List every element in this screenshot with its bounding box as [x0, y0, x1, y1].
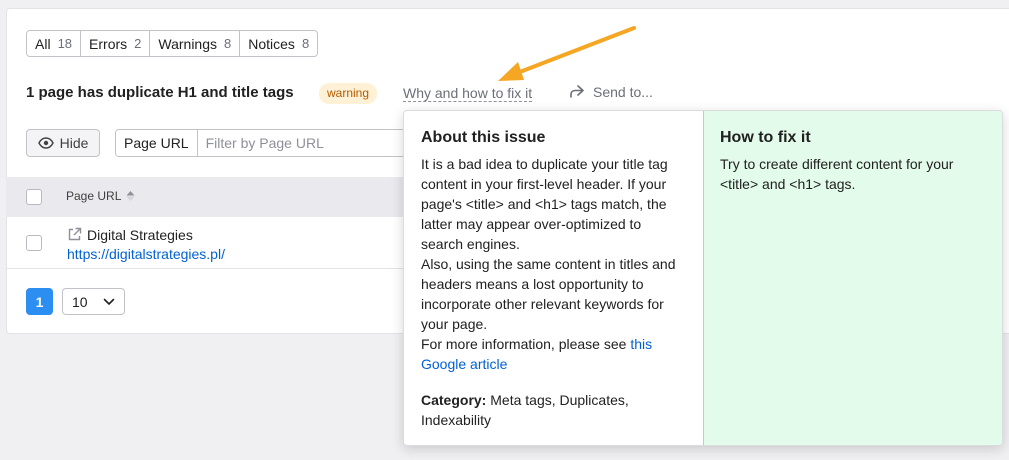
filter-all-button[interactable]: All 18	[27, 31, 82, 56]
pagination-page-1[interactable]: 1	[26, 288, 53, 315]
more-info-prefix: For more information, please see	[421, 336, 631, 352]
hide-button[interactable]: Hide	[26, 129, 100, 157]
row-checkbox[interactable]	[26, 235, 42, 251]
table-header: Page URL	[6, 177, 426, 217]
about-issue-panel: About this issue It is a bad idea to dup…	[404, 111, 703, 445]
filter-count: 8	[224, 36, 232, 51]
filter-label: All	[35, 35, 51, 52]
sort-icon	[126, 191, 135, 201]
how-to-fix-panel: How to fix it Try to create different co…	[703, 111, 1002, 445]
filter-warnings-button[interactable]: Warnings 8	[150, 31, 241, 56]
share-arrow-icon	[570, 85, 584, 98]
how-to-fix-text: Try to create different content for your…	[720, 156, 954, 192]
chevron-down-icon	[103, 298, 115, 305]
page-url-filter: Page URL	[115, 129, 415, 157]
about-issue-title: About this issue	[421, 129, 546, 146]
filter-field-label: Page URL	[116, 130, 198, 156]
issue-category: Category: Meta tags, Duplicates, Indexab…	[421, 390, 687, 430]
category-label: Category:	[421, 392, 487, 408]
more-info-text: For more information, please see this Go…	[421, 334, 687, 374]
row-page-url-link[interactable]: https://digitalstrategies.pl/	[67, 246, 225, 262]
issue-info-popover: About this issue It is a bad idea to dup…	[403, 110, 1003, 446]
filter-count: 8	[301, 36, 310, 51]
filter-label: Notices	[248, 35, 295, 52]
column-header-page-url[interactable]: Page URL	[66, 189, 135, 203]
why-and-how-to-fix-link[interactable]: Why and how to fix it	[403, 85, 533, 102]
about-issue-text: It is a bad idea to duplicate your title…	[421, 156, 668, 252]
eye-icon	[37, 137, 54, 149]
table-row: Digital Strategies https://digitalstrate…	[6, 217, 426, 269]
per-page-select[interactable]: 10	[62, 288, 125, 315]
filter-label: Warnings	[158, 35, 218, 52]
hide-label: Hide	[59, 135, 89, 151]
external-link-icon[interactable]	[67, 227, 82, 242]
page-url-filter-input[interactable]	[197, 130, 414, 156]
how-to-fix-title: How to fix it	[720, 129, 811, 146]
filter-notices-button[interactable]: Notices 8	[240, 31, 318, 56]
select-all-checkbox[interactable]	[26, 189, 42, 205]
filter-count: 18	[57, 36, 73, 51]
row-page-title: Digital Strategies	[87, 227, 193, 243]
severity-filter-group: All 18 Errors 2 Warnings 8 Notices 8	[26, 30, 319, 57]
filter-errors-button[interactable]: Errors 2	[81, 31, 151, 56]
per-page-value: 10	[72, 293, 88, 310]
about-issue-text-2: Also, using the same content in titles a…	[421, 256, 676, 332]
filter-count: 2	[134, 36, 142, 51]
annotation-arrow-icon	[498, 26, 636, 81]
issue-title: 1 page has duplicate H1 and title tags	[26, 84, 294, 101]
filter-label: Errors	[89, 35, 128, 52]
warning-badge: warning	[319, 83, 378, 104]
column-header-label: Page URL	[66, 189, 122, 203]
